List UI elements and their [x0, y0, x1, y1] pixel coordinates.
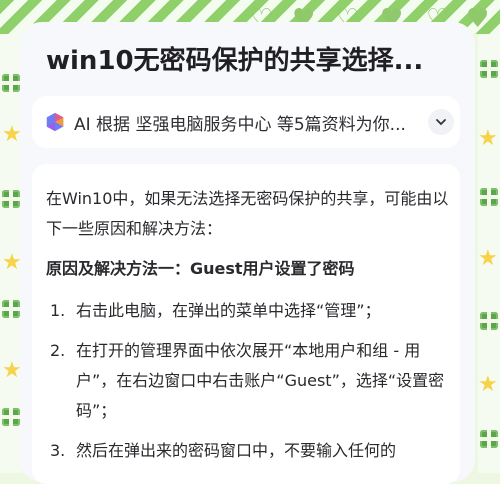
ai-summary-bar[interactable]: AI 根据 坚强电脑服务中心 等5篇资料为你...: [32, 96, 460, 148]
ai-summary-text: AI 根据 坚强电脑服务中心 等5篇资料为你...: [74, 114, 406, 135]
heart-icon: ♥: [466, 4, 490, 34]
answer-panel: win10无密码保护的共享选择... AI 根据 坚强电脑服务中心 等5篇资料为…: [20, 22, 475, 484]
list-item: 2. 在打开的管理界面中依次展开“本地用户和组 - 用户”，在右边窗口中右击账户…: [46, 336, 451, 426]
step-number: 2.: [50, 341, 66, 360]
step-text: 右击此电脑，在弹出的菜单中选择“管理”；: [76, 301, 381, 320]
gift-icon: [2, 300, 20, 318]
gift-icon: [480, 188, 498, 206]
gift-icon: [2, 190, 20, 208]
list-item: 1. 右击此电脑，在弹出的菜单中选择“管理”；: [46, 296, 451, 326]
star-icon: ★: [2, 250, 22, 275]
gift-icon: [480, 60, 498, 78]
step-text: 在打开的管理界面中依次展开“本地用户和组 - 用户”，在右边窗口中右击账户“Gu…: [76, 341, 445, 420]
gift-icon: [480, 430, 498, 448]
star-icon: ★: [2, 358, 22, 383]
star-icon: ★: [2, 122, 22, 147]
answer-card: 在Win10中，如果无法选择无密码保护的共享，可能由以下一些原因和解决方法： 原…: [32, 164, 460, 484]
gift-icon: [2, 74, 20, 92]
ai-sparkle-icon: [46, 112, 64, 132]
step-text: 然后在弹出来的密码窗口中，不要输入任何的: [76, 441, 397, 460]
section-heading: 原因及解决方法一：Guest用户设置了密码: [46, 259, 355, 278]
chevron-down-icon: [436, 119, 446, 126]
list-item: 3. 然后在弹出来的密码窗口中，不要输入任何的: [46, 436, 451, 466]
answer-content: 在Win10中，如果无法选择无密码保护的共享，可能由以下一些原因和解决方法： 原…: [46, 184, 451, 476]
gift-icon: [480, 312, 498, 330]
star-icon: ★: [478, 372, 498, 397]
gift-icon: [2, 408, 20, 426]
expand-button[interactable]: [428, 109, 454, 135]
answer-intro: 在Win10中，如果无法选择无密码保护的共享，可能由以下一些原因和解决方法：: [46, 189, 449, 238]
star-icon: ★: [478, 126, 498, 151]
step-number: 1.: [50, 301, 66, 320]
step-number: 3.: [50, 441, 66, 460]
steps-list: 1. 右击此电脑，在弹出的菜单中选择“管理”； 2. 在打开的管理界面中依次展开…: [46, 296, 451, 466]
star-icon: ★: [478, 246, 498, 271]
page-title: win10无密码保护的共享选择...: [46, 46, 424, 76]
